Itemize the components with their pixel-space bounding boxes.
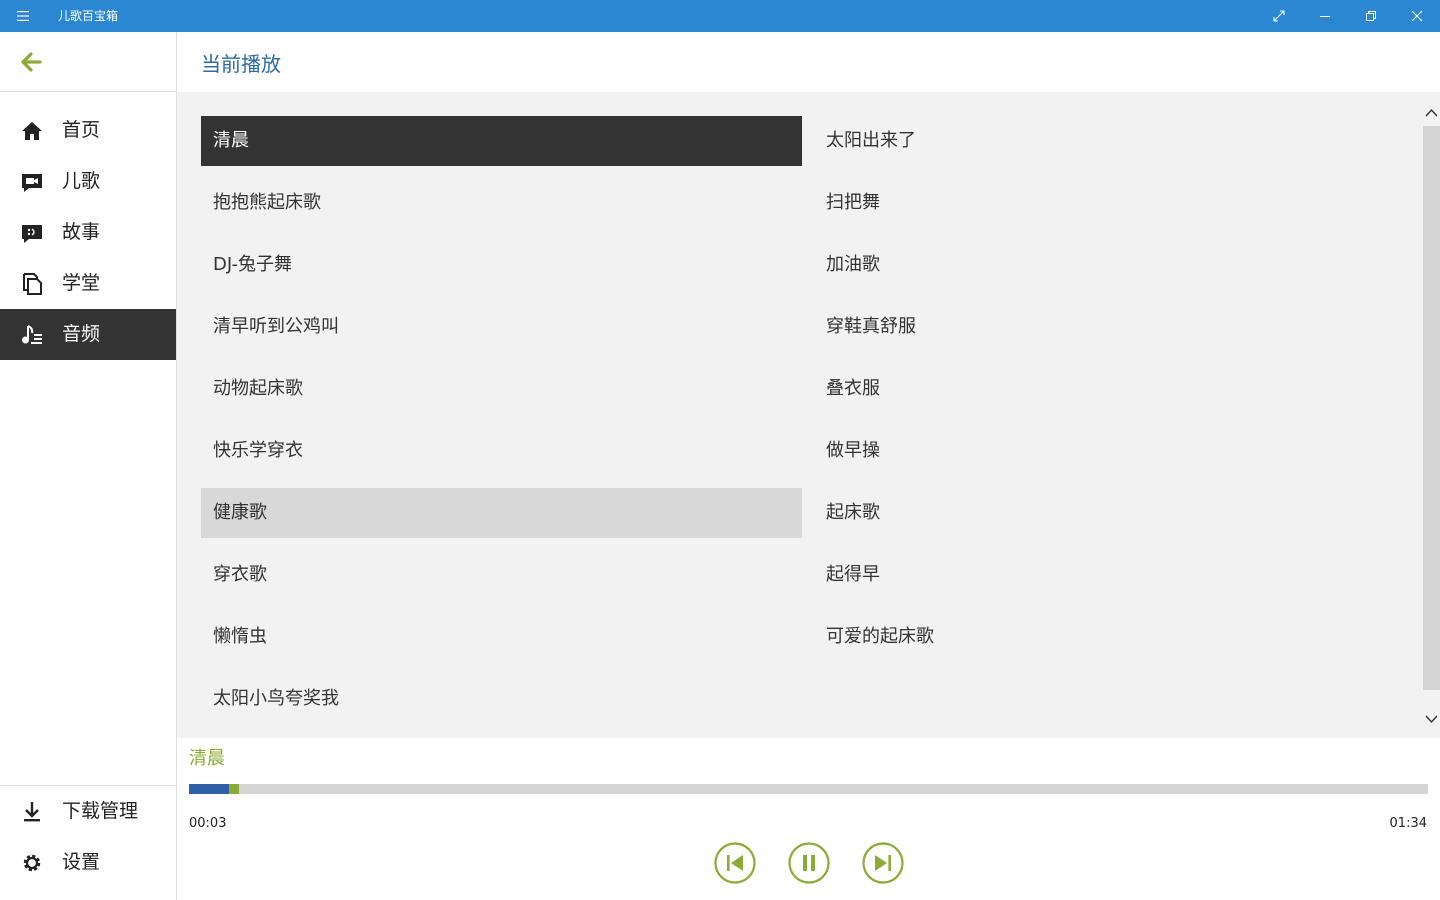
progress-bar[interactable]	[189, 784, 1428, 794]
list-item[interactable]: 可爱的起床歌	[814, 612, 1415, 662]
close-button[interactable]	[1394, 0, 1440, 32]
playlist-scrollbar[interactable]	[1423, 92, 1440, 738]
current-time: 00:03	[189, 816, 227, 831]
sidebar-item-label: 音频	[62, 323, 101, 345]
sidebar-item-home[interactable]: 首页	[0, 105, 176, 156]
fullscreen-button[interactable]	[1256, 0, 1302, 32]
list-item[interactable]: 起得早	[814, 550, 1415, 600]
app-title: 儿歌百宝箱	[58, 9, 119, 23]
restore-icon	[1366, 11, 1376, 21]
sidebar: 首页 儿歌 故事 学堂 音频 下载管理 设置	[0, 32, 177, 900]
main-content: 当前播放 清晨 抱抱熊起床歌 DJ-兔子舞 清早听到公鸡叫 动物起床歌 快乐学穿…	[177, 32, 1440, 900]
close-icon	[1411, 10, 1423, 22]
sidebar-item-school[interactable]: 学堂	[0, 258, 176, 309]
video-chat-icon	[22, 174, 42, 192]
list-item[interactable]: 叠衣服	[814, 364, 1415, 414]
list-item[interactable]: 做早操	[814, 426, 1415, 476]
page-title: 当前播放	[201, 52, 281, 76]
sidebar-item-label: 设置	[62, 851, 101, 873]
sidebar-item-settings[interactable]: 设置	[0, 837, 176, 888]
list-item[interactable]: 清晨	[201, 116, 802, 166]
expand-icon	[1273, 10, 1285, 22]
list-item[interactable]: 太阳小鸟夸奖我	[201, 674, 802, 724]
documents-icon	[23, 273, 42, 295]
list-item[interactable]: 穿衣歌	[201, 550, 802, 600]
now-playing-title: 清晨	[189, 748, 225, 769]
story-chat-icon	[22, 225, 42, 243]
minimize-button[interactable]	[1302, 0, 1348, 32]
pause-icon	[788, 842, 830, 884]
list-item[interactable]: 动物起床歌	[201, 364, 802, 414]
scrollbar-thumb[interactable]	[1423, 126, 1440, 690]
home-icon	[22, 122, 42, 140]
scroll-up-icon[interactable]	[1423, 104, 1440, 122]
gear-icon	[23, 854, 41, 872]
sidebar-item-stories[interactable]: 故事	[0, 207, 176, 258]
sidebar-item-label: 首页	[62, 119, 101, 141]
list-item[interactable]: 太阳出来了	[814, 116, 1415, 166]
progress-thumb[interactable]	[229, 784, 239, 794]
playlist: 清晨 抱抱熊起床歌 DJ-兔子舞 清早听到公鸡叫 动物起床歌 快乐学穿衣 健康歌…	[177, 92, 1423, 738]
pause-button[interactable]	[788, 842, 830, 884]
progress-played	[189, 784, 229, 794]
sidebar-item-songs[interactable]: 儿歌	[0, 156, 176, 207]
back-button[interactable]	[0, 32, 176, 92]
list-item[interactable]: DJ-兔子舞	[201, 240, 802, 290]
scroll-down-icon[interactable]	[1423, 710, 1440, 728]
minimize-icon	[1320, 16, 1330, 17]
list-item[interactable]: 健康歌	[201, 488, 802, 538]
back-arrow-icon	[21, 52, 42, 72]
title-bar: 儿歌百宝箱	[0, 0, 1440, 32]
skip-next-icon	[862, 842, 904, 884]
sidebar-item-label: 儿歌	[62, 170, 101, 192]
hamburger-menu-icon[interactable]	[10, 0, 36, 32]
list-item[interactable]: 懒惰虫	[201, 612, 802, 662]
sidebar-item-audio[interactable]: 音频	[0, 309, 176, 360]
list-item[interactable]: 加油歌	[814, 240, 1415, 290]
next-button[interactable]	[862, 842, 904, 884]
sidebar-item-label: 故事	[62, 221, 101, 243]
restore-button[interactable]	[1348, 0, 1394, 32]
list-item[interactable]: 清早听到公鸡叫	[201, 302, 802, 352]
skip-previous-icon	[714, 842, 756, 884]
sidebar-item-downloads[interactable]: 下载管理	[0, 786, 176, 837]
music-list-icon	[22, 325, 42, 344]
sidebar-item-label: 学堂	[62, 272, 101, 294]
download-icon	[24, 802, 40, 822]
previous-button[interactable]	[714, 842, 756, 884]
sidebar-item-label: 下载管理	[62, 800, 139, 822]
list-item[interactable]: 扫把舞	[814, 178, 1415, 228]
total-time: 01:34	[1389, 816, 1427, 831]
list-item[interactable]: 起床歌	[814, 488, 1415, 538]
list-item[interactable]: 抱抱熊起床歌	[201, 178, 802, 228]
list-item[interactable]: 穿鞋真舒服	[814, 302, 1415, 352]
list-item[interactable]: 快乐学穿衣	[201, 426, 802, 476]
